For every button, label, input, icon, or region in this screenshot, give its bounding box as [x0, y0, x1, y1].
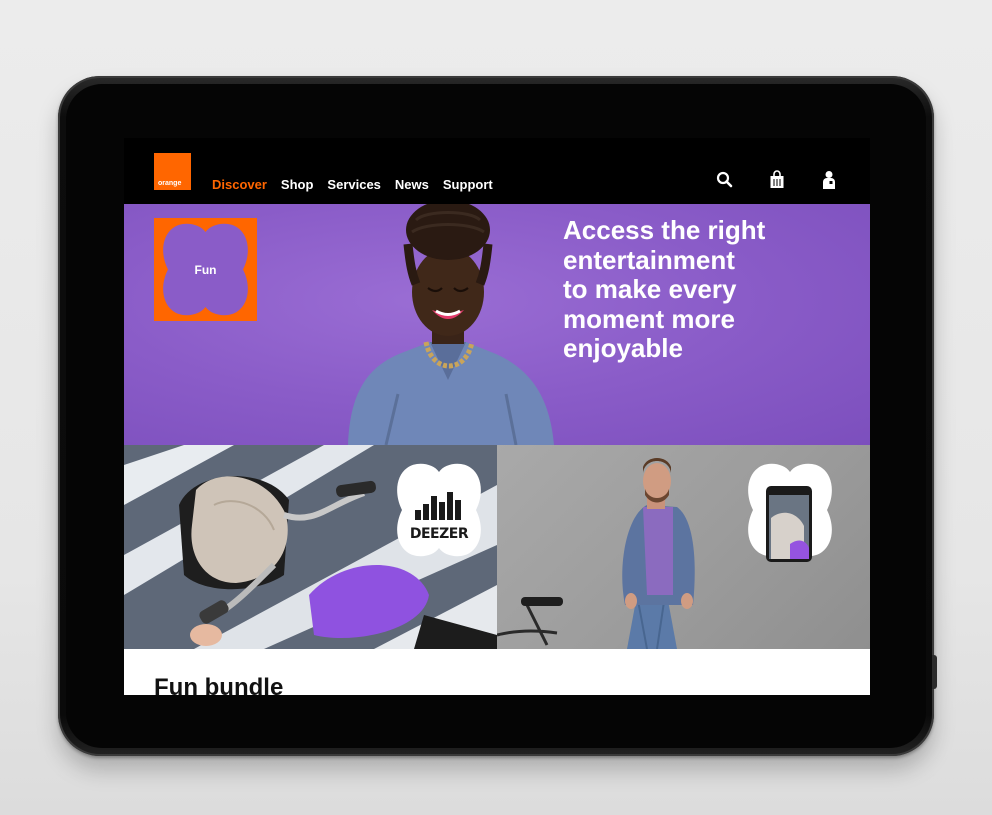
orange-logo[interactable]: orange — [154, 153, 191, 190]
logo-text: orange — [158, 180, 182, 187]
smartphone-promo-tile[interactable] — [497, 445, 870, 649]
header-actions — [716, 170, 838, 190]
deezer-badge[interactable]: DEEZER — [387, 458, 491, 562]
hero-title-line: moment more — [563, 303, 735, 334]
hero-banner[interactable]: Fun Access the right entertainment to ma… — [124, 204, 870, 445]
nav-item-shop[interactable]: Shop — [281, 177, 314, 192]
account-icon[interactable] — [820, 170, 838, 190]
smartphone-icon — [748, 463, 832, 562]
woman-laughing-photo — [348, 204, 554, 445]
site-header: orange Discover Shop Services News Suppo… — [124, 138, 870, 204]
section-title: Fun bundle — [154, 674, 284, 695]
hero-title-line: to make every — [563, 274, 737, 304]
search-icon[interactable] — [716, 170, 734, 190]
main-nav: Discover Shop Services News Support — [212, 177, 493, 192]
deezer-wordmark: DEEZER — [409, 526, 469, 542]
deezer-promo-tile[interactable]: DEEZER — [124, 445, 497, 649]
smartphone-badge[interactable] — [738, 458, 842, 562]
content-section: Fun bundle — [124, 649, 870, 695]
hero-title-line: entertainment — [563, 244, 735, 275]
hero-title-line: enjoyable — [563, 333, 683, 363]
nav-item-discover[interactable]: Discover — [212, 177, 267, 192]
hero-title: Access the right entertainment to make e… — [563, 215, 853, 364]
basket-icon[interactable] — [768, 170, 786, 190]
fun-tile-label: Fun — [194, 263, 217, 277]
deezer-logo-icon — [397, 463, 481, 557]
tablet-side-button — [932, 655, 937, 689]
tablet-screen: orange Discover Shop Services News Suppo… — [124, 138, 870, 695]
nav-item-support[interactable]: Support — [443, 177, 493, 192]
nav-item-news[interactable]: News — [395, 177, 429, 192]
fun-category-tile[interactable]: Fun — [154, 218, 257, 321]
hero-title-line: Access the right — [563, 215, 766, 245]
nav-item-services[interactable]: Services — [327, 177, 381, 192]
